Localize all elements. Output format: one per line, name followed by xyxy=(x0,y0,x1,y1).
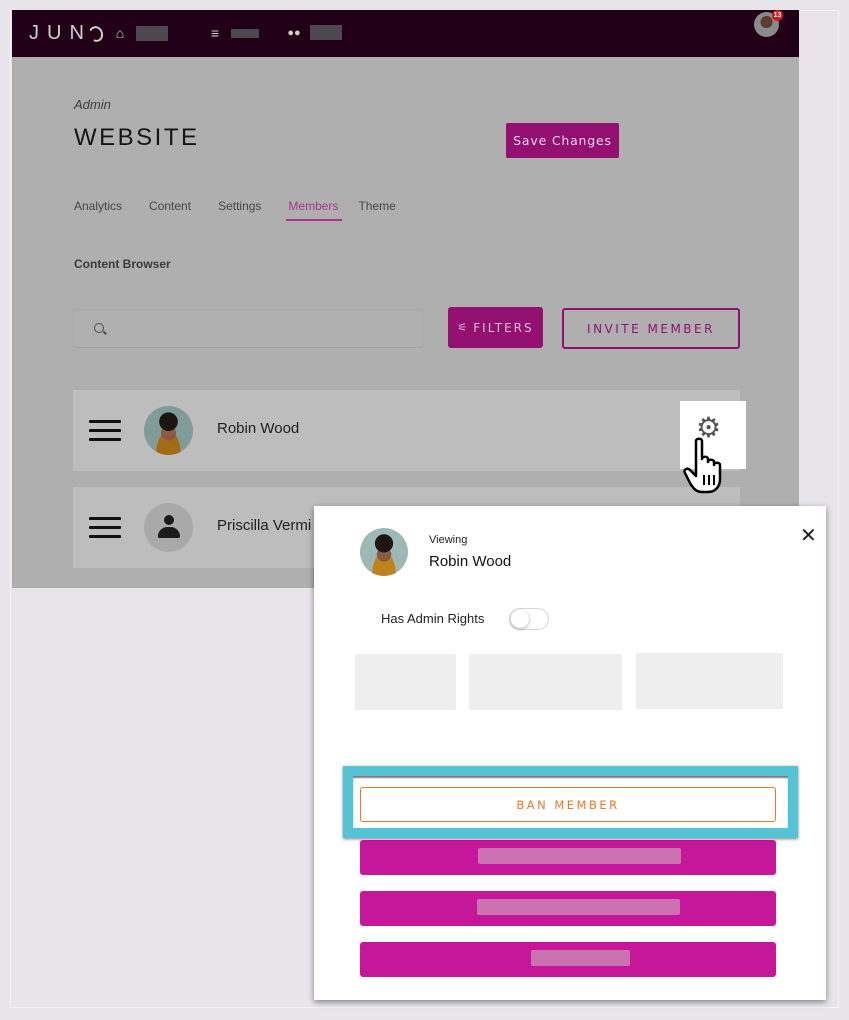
admin-rights-label: Has Admin Rights xyxy=(381,611,485,626)
info-card-placeholder xyxy=(355,654,456,710)
tab-settings[interactable]: Settings xyxy=(218,199,261,221)
member-name: Priscilla Vermi xyxy=(217,517,312,534)
person-icon xyxy=(157,515,181,539)
section-label: Content Browser xyxy=(74,257,171,271)
tab-bar: Analytics Content Settings Members Theme xyxy=(74,199,423,221)
viewing-member-name: Robin Wood xyxy=(429,553,512,570)
button-label-placeholder xyxy=(478,848,681,864)
save-changes-button[interactable]: Save Changes xyxy=(506,123,619,158)
admin-rights-toggle[interactable] xyxy=(509,608,549,630)
toggle-knob xyxy=(511,610,529,628)
action-button[interactable] xyxy=(360,942,776,977)
tab-content[interactable]: Content xyxy=(149,199,191,221)
member-name: Robin Wood xyxy=(217,420,300,437)
info-card-placeholder xyxy=(636,653,783,709)
modal-member-avatar xyxy=(360,528,408,576)
member-avatar-placeholder xyxy=(144,503,193,552)
member-row[interactable]: Robin Wood ⚙ xyxy=(73,390,746,471)
page-content: Admin WEBSITE Save Changes Analytics Con… xyxy=(12,0,799,588)
member-details-modal: Viewing Robin Wood ✕ Has Admin Rights xyxy=(314,506,826,1000)
button-label-placeholder xyxy=(531,950,630,966)
ban-member-button[interactable]: BAN MEMBER xyxy=(360,787,776,822)
tab-members[interactable]: Members xyxy=(286,199,343,221)
viewing-label: Viewing xyxy=(429,534,468,546)
highlight-inner: BAN MEMBER xyxy=(353,776,788,828)
ban-member-highlight: BAN MEMBER xyxy=(343,766,798,838)
filters-button[interactable]: ⚟ FILTERS xyxy=(448,307,543,348)
breadcrumb: Admin xyxy=(74,97,111,112)
tab-analytics[interactable]: Analytics xyxy=(74,199,122,221)
drag-handle-icon[interactable] xyxy=(89,517,121,538)
page-title: WEBSITE xyxy=(74,124,200,151)
filters-label: FILTERS xyxy=(473,320,534,335)
info-card-placeholder xyxy=(469,654,622,710)
search-input[interactable] xyxy=(73,309,423,348)
action-button[interactable] xyxy=(360,891,776,926)
member-avatar xyxy=(144,406,193,455)
invite-member-button[interactable]: INVITE MEMBER xyxy=(562,308,740,349)
close-icon[interactable]: ✕ xyxy=(800,526,817,546)
sliders-icon: ⚟ xyxy=(457,321,468,334)
search-icon xyxy=(94,323,104,333)
tab-theme[interactable]: Theme xyxy=(358,199,395,221)
drag-handle-icon[interactable] xyxy=(89,420,121,441)
button-label-placeholder xyxy=(477,899,680,915)
hand-cursor-icon xyxy=(683,437,722,494)
action-button[interactable] xyxy=(360,840,776,875)
